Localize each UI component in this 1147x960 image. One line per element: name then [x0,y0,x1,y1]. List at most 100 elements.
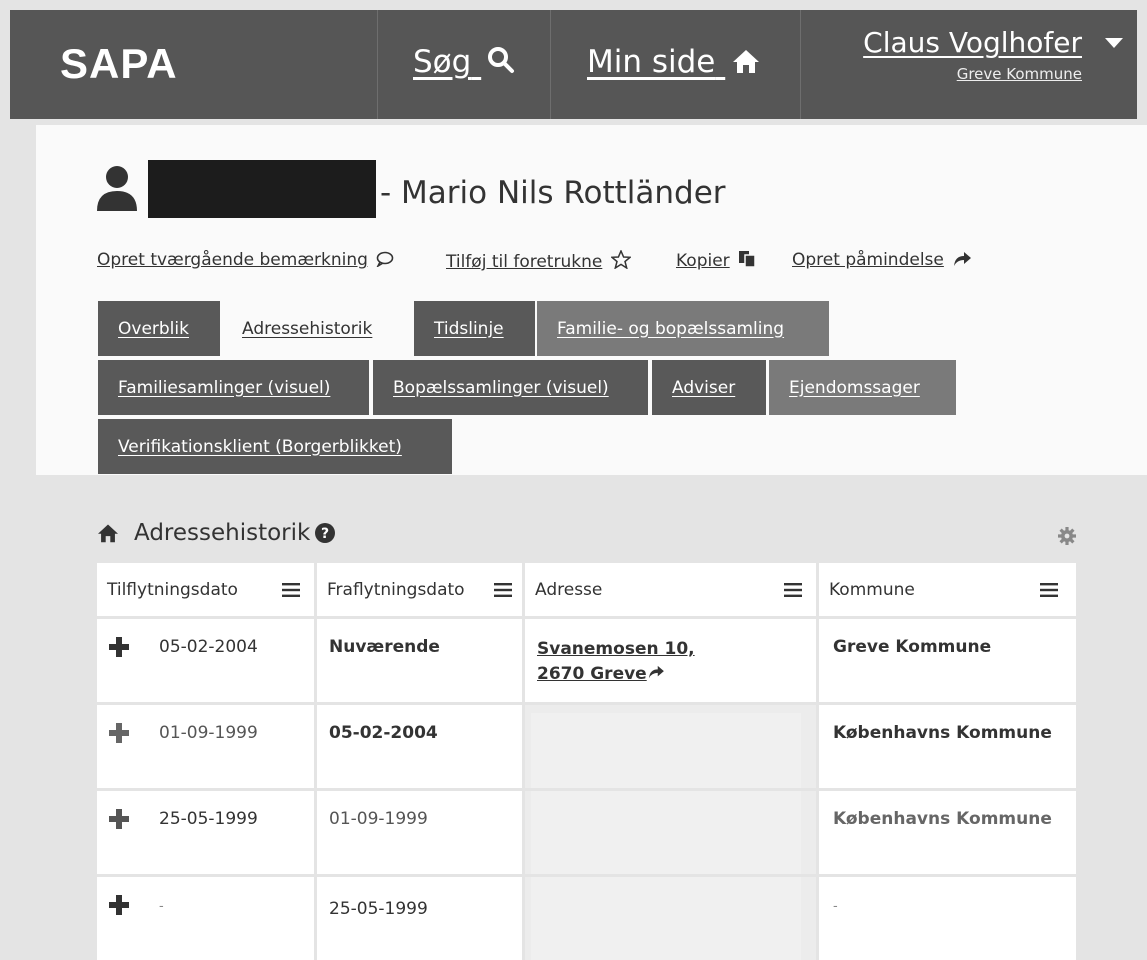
move-in-date: - [159,899,164,914]
my-page-link[interactable]: Min side [587,44,761,80]
user-menu[interactable]: Claus Voglhofer Greve Kommune [863,26,1082,83]
home-icon [733,50,760,73]
tab-ejendomssager[interactable]: Ejendomssager [769,360,956,415]
share-arrow-icon [648,665,664,679]
table-cell: Københavns Kommune [819,705,1076,788]
column-label: Fraflytningsdato [327,579,465,600]
top-bar: SAPA Søg Min side Claus Voglhofer Greve … [10,10,1137,119]
expand-plus-icon[interactable] [109,723,129,743]
gear-icon[interactable] [1057,526,1077,546]
tab-tidslinje[interactable]: Tidslinje [414,301,535,356]
column-header-out[interactable]: Fraflytningsdato [317,563,522,616]
brand-logo[interactable]: SAPA [60,40,178,88]
create-remark-action[interactable]: Opret tværgående bemærkning [97,250,394,270]
table-cell [525,791,816,874]
tab-bopaelssamlinger[interactable]: Bopælssamlinger (visuel) [373,360,648,415]
tab-label: Overblik [118,318,189,339]
create-reminder-label[interactable]: Opret påmindelse [792,250,944,270]
redacted-address [531,791,801,874]
table-cell: 25-05-1999 [317,877,522,960]
copy-action[interactable]: Kopier [676,250,756,271]
section-title: Adressehistorik [134,520,311,546]
table-row: 05-02-2004 [97,619,314,702]
column-label: Tilflytningsdato [107,579,238,600]
expand-plus-icon[interactable] [109,895,129,915]
chevron-down-icon[interactable] [1105,38,1123,48]
menu-icon[interactable] [494,583,512,597]
create-remark-label[interactable]: Opret tværgående bemærkning [97,250,368,270]
help-icon[interactable]: ? [314,522,336,544]
table-cell: Københavns Kommune [819,791,1076,874]
nav-divider [550,10,551,119]
move-out-date: 01-09-1999 [329,809,428,829]
comment-icon [376,251,394,269]
move-in-date: 05-02-2004 [159,637,258,657]
table-row: 01-09-1999 [97,705,314,788]
tab-label: Bopælssamlinger (visuel) [393,377,609,398]
tab-adviser[interactable]: Adviser [652,360,766,415]
user-org[interactable]: Greve Kommune [863,65,1082,83]
tab-label: Adressehistorik [242,318,373,339]
copy-icon [739,251,756,268]
tab-adressehistorik[interactable]: Adressehistorik [222,301,412,356]
column-header-in[interactable]: Tilflytningsdato [97,563,314,616]
column-header-address[interactable]: Adresse [525,563,816,616]
tab-label: Familiesamlinger (visuel) [118,377,331,398]
table-row: - [97,877,314,960]
search-icon [488,47,515,73]
search-link[interactable]: Søg [413,44,515,80]
kommune-name: Greve Kommune [833,637,992,657]
table-cell: 05-02-2004 [317,705,522,788]
expand-plus-icon[interactable] [109,809,129,829]
table-cell [525,705,816,788]
create-reminder-action[interactable]: Opret påmindelse [792,250,972,270]
tab-overblik[interactable]: Overblik [98,301,220,356]
menu-icon[interactable] [784,583,802,597]
redacted-address [531,713,801,788]
user-icon [97,166,137,211]
copy-label[interactable]: Kopier [676,251,730,271]
add-favorite-action[interactable]: Tilføj til foretrukne [446,249,632,272]
move-in-date: 01-09-1999 [159,723,258,743]
address-line-1[interactable]: Svanemosen 10, [537,637,695,662]
kommune-name: - [833,899,838,914]
expand-plus-icon[interactable] [109,637,129,657]
star-icon [609,249,632,270]
tab-familiesamlinger[interactable]: Familiesamlinger (visuel) [98,360,369,415]
nav-divider [800,10,801,119]
menu-icon[interactable] [1040,583,1058,597]
table-cell: Svanemosen 10, 2670 Greve [525,619,816,702]
table-cell: Greve Kommune [819,619,1076,702]
menu-icon[interactable] [282,583,300,597]
table-cell [525,877,816,960]
address-link[interactable]: Svanemosen 10, 2670 Greve [537,637,695,687]
move-out-date: 25-05-1999 [329,899,428,919]
tab-label: Ejendomssager [789,377,920,398]
column-header-kommune[interactable]: Kommune [819,563,1076,616]
address-line-2[interactable]: 2670 Greve [537,662,695,687]
kommune-name: Københavns Kommune [833,809,1052,829]
kommune-name: Københavns Kommune [833,723,1052,743]
tab-familie-bopael[interactable]: Familie- og bopælssamling [537,301,829,356]
table-cell: 01-09-1999 [317,791,522,874]
person-name: - Mario Nils Rottländer [380,175,726,211]
add-favorite-label[interactable]: Tilføj til foretrukne [446,252,602,272]
table-cell: - [819,877,1076,960]
redacted-address [531,877,801,960]
tab-label: Adviser [672,377,736,398]
redacted-id [148,160,376,218]
user-name[interactable]: Claus Voglhofer [863,26,1082,59]
svg-text:?: ? [321,526,329,542]
table-cell: Nuværende [317,619,522,702]
share-arrow-icon [954,252,972,266]
move-out-date: 05-02-2004 [329,723,438,743]
section-heading: Adressehistorik ? [96,520,336,546]
tab-label: Verifikationsklient (Borgerblikket) [118,436,402,457]
home-icon [98,524,118,543]
table-row: 25-05-1999 [97,791,314,874]
nav-divider [377,10,378,119]
tab-verifikationsklient[interactable]: Verifikationsklient (Borgerblikket) [98,419,452,474]
tab-label: Tidslinje [434,318,504,339]
tab-label: Familie- og bopælssamling [557,318,785,339]
my-page-label: Min side [587,44,716,80]
